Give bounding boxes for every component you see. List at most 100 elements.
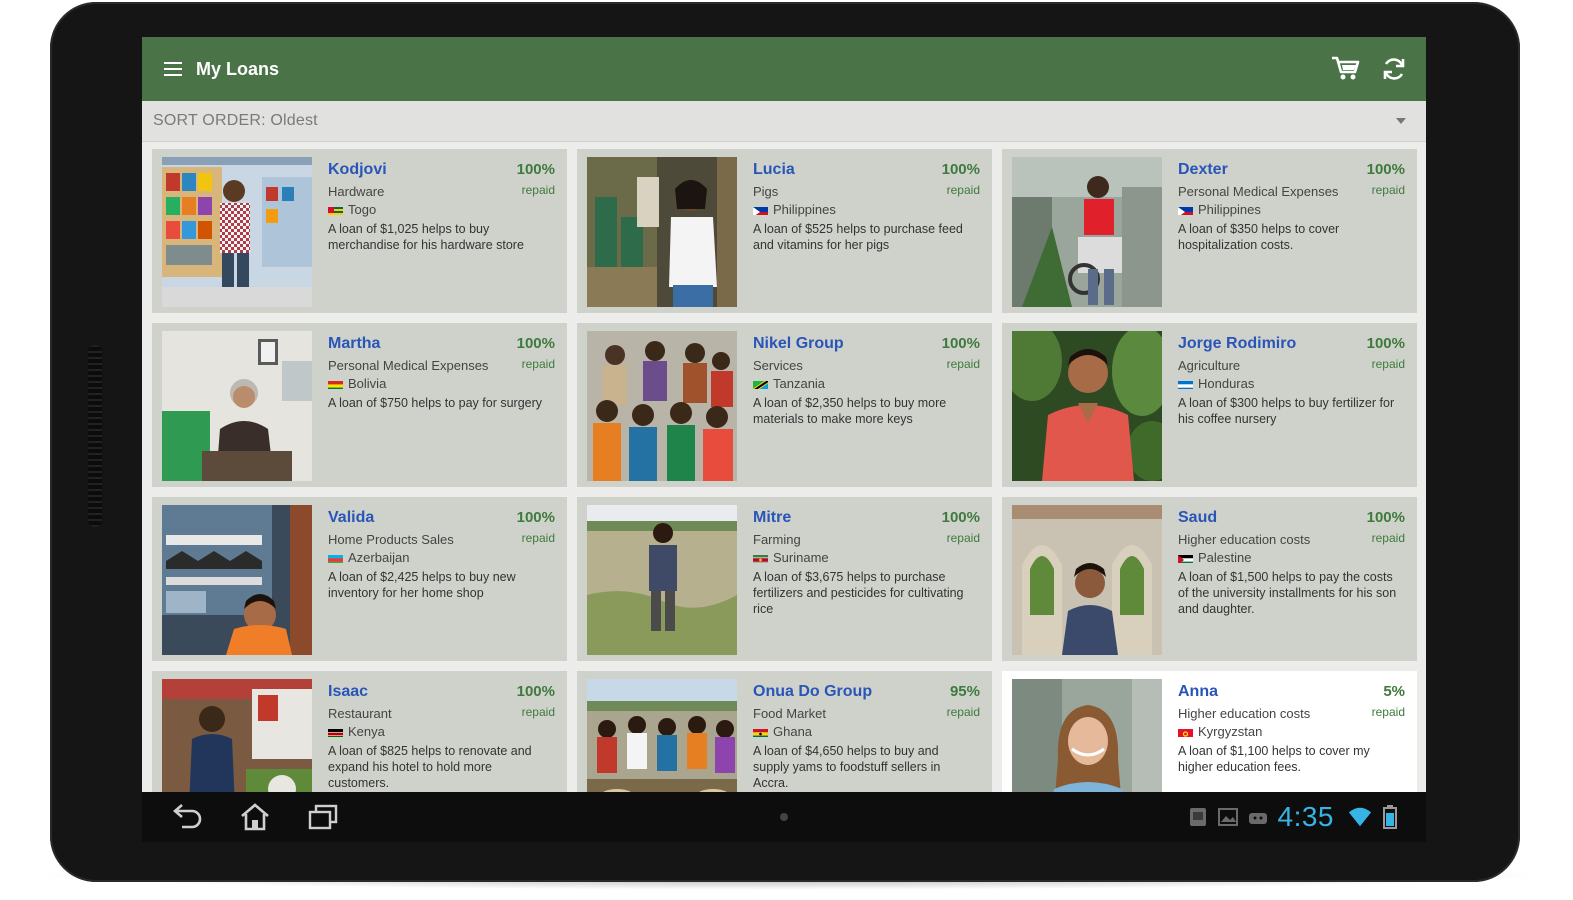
country-name: Philippines — [1198, 202, 1261, 217]
loan-card[interactable]: Dexter 100% repaid Personal Medical Expe… — [1002, 149, 1417, 313]
repaid-percent: 100% — [1366, 335, 1405, 352]
loan-country: Tanzania — [753, 376, 980, 391]
kenya-flag-icon — [328, 727, 343, 737]
sort-order-dropdown[interactable]: SORT ORDER: Oldest — [142, 101, 1426, 142]
repaid-percent: 100% — [516, 161, 555, 178]
philippines-flag-icon — [1178, 205, 1193, 215]
loan-country: Honduras — [1178, 376, 1405, 391]
repaid-percent: 5% — [1383, 683, 1405, 700]
gallery-icon — [1216, 805, 1240, 829]
loan-info: Dexter 100% repaid Personal Medical Expe… — [1178, 161, 1405, 307]
country-name: Kyrgyzstan — [1198, 724, 1263, 739]
country-name: Philippines — [773, 202, 836, 217]
loan-card[interactable]: Jorge Rodimiro 100% repaid Agriculture H… — [1002, 323, 1417, 487]
repaid-percent: 100% — [1366, 161, 1405, 178]
loan-card[interactable]: Valida 100% repaid Home Products Sales A… — [152, 497, 567, 661]
country-name: Tanzania — [773, 376, 826, 391]
loan-country: Palestine — [1178, 550, 1405, 565]
repaid-label: repaid — [521, 705, 555, 719]
android-debug-icon — [1246, 805, 1270, 829]
loan-description: A loan of $3,675 helps to purchase ferti… — [753, 570, 964, 616]
country-name: Ghana — [773, 724, 813, 739]
loan-info: Kodjovi 100% repaid Hardware Togo A loan… — [328, 161, 555, 307]
loan-description: A loan of $2,350 helps to buy more mater… — [753, 396, 947, 426]
loan-description: A loan of $300 helps to buy fertilizer f… — [1178, 396, 1395, 426]
repaid-label: repaid — [1371, 183, 1405, 197]
repaid-label: repaid — [946, 705, 980, 719]
repaid-label: repaid — [521, 357, 555, 371]
app-screen: My Loans SORT ORDER: Oldest Kodjovi 100%… — [142, 37, 1426, 842]
repaid-percent: 100% — [1366, 509, 1405, 526]
loan-description: A loan of $4,650 helps to buy and supply… — [753, 744, 941, 790]
togo-flag-icon — [328, 205, 343, 215]
loan-card[interactable]: Mitre 100% repaid Farming Suriname A loa… — [577, 497, 992, 661]
repaid-label: repaid — [521, 531, 555, 545]
system-navigation-bar: 4:35 — [142, 792, 1426, 842]
repaid-label: repaid — [946, 531, 980, 545]
loan-country: Philippines — [753, 202, 980, 217]
loan-country: Suriname — [753, 550, 980, 565]
loan-info: Valida 100% repaid Home Products Sales A… — [328, 509, 555, 655]
loan-description: A loan of $825 helps to renovate and exp… — [328, 744, 532, 790]
status-clock: 4:35 — [1277, 801, 1334, 832]
loan-description: A loan of $1,500 helps to pay the costs … — [1178, 570, 1397, 616]
borrower-photo — [587, 331, 737, 481]
repaid-label: repaid — [521, 183, 555, 197]
loan-info: Nikel Group 100% repaid Services Tanzani… — [753, 335, 980, 481]
loan-card[interactable]: Lucia 100% repaid Pigs Philippines A loa… — [577, 149, 992, 313]
loan-card[interactable]: Martha 100% repaid Personal Medical Expe… — [152, 323, 567, 487]
borrower-name-link[interactable]: Anna — [1178, 683, 1405, 701]
sort-order-label: SORT ORDER: Oldest — [153, 112, 318, 129]
cart-icon[interactable] — [1326, 49, 1366, 89]
loan-description: A loan of $1,025 helps to buy merchandis… — [328, 222, 524, 252]
recents-icon[interactable] — [294, 797, 352, 837]
status-bar: 4:35 — [1180, 801, 1403, 833]
loan-description: A loan of $2,425 helps to buy new invent… — [328, 570, 516, 600]
ghana-flag-icon — [753, 727, 768, 737]
loan-card[interactable]: Nikel Group 100% repaid Services Tanzani… — [577, 323, 992, 487]
loan-info: Martha 100% repaid Personal Medical Expe… — [328, 335, 555, 481]
borrower-photo — [162, 505, 312, 655]
menu-icon[interactable] — [164, 62, 182, 76]
nav-indicator-dot — [780, 813, 788, 821]
loan-description: A loan of $350 helps to cover hospitaliz… — [1178, 222, 1340, 252]
home-icon[interactable] — [226, 797, 284, 837]
repaid-percent: 100% — [941, 335, 980, 352]
country-name: Togo — [348, 202, 377, 217]
action-bar: My Loans — [142, 37, 1426, 101]
borrower-photo — [1012, 505, 1162, 655]
back-icon[interactable] — [158, 797, 216, 837]
borrower-name-link[interactable]: Onua Do Group — [753, 683, 980, 701]
action-bar-actions — [1318, 49, 1414, 89]
bolivia-flag-icon — [328, 379, 343, 389]
dropdown-arrow-icon — [1396, 118, 1406, 124]
loan-info: Saud 100% repaid Higher education costs … — [1178, 509, 1405, 655]
tanzania-flag-icon — [753, 378, 768, 389]
repaid-percent: 100% — [516, 335, 555, 352]
wifi-icon — [1348, 805, 1372, 829]
loan-card[interactable]: Saud 100% repaid Higher education costs … — [1002, 497, 1417, 661]
loan-country: Azerbaijan — [328, 550, 555, 565]
loan-card[interactable]: Kodjovi 100% repaid Hardware Togo A loan… — [152, 149, 567, 313]
palestine-flag-icon — [1178, 553, 1193, 563]
philippines-flag-icon — [753, 205, 768, 215]
repaid-percent: 100% — [941, 161, 980, 178]
repaid-percent: 95% — [949, 683, 980, 700]
borrower-photo — [587, 157, 737, 307]
tablet-side-grip — [88, 345, 102, 527]
repaid-percent: 100% — [516, 509, 555, 526]
loan-country: Ghana — [753, 724, 980, 739]
country-name: Bolivia — [348, 376, 387, 391]
repaid-label: repaid — [946, 357, 980, 371]
refresh-icon[interactable] — [1374, 49, 1414, 89]
borrower-photo — [1012, 331, 1162, 481]
loan-description: A loan of $525 helps to purchase feed an… — [753, 222, 963, 252]
borrower-photo — [162, 331, 312, 481]
loan-info: Mitre 100% repaid Farming Suriname A loa… — [753, 509, 980, 655]
azerbaijan-flag-icon — [328, 553, 343, 563]
country-name: Kenya — [348, 724, 385, 739]
loan-description: A loan of $750 helps to pay for surgery — [328, 396, 543, 410]
repaid-percent: 100% — [516, 683, 555, 700]
loan-description: A loan of $1,100 helps to cover my highe… — [1178, 744, 1370, 774]
country-name: Suriname — [773, 550, 829, 565]
